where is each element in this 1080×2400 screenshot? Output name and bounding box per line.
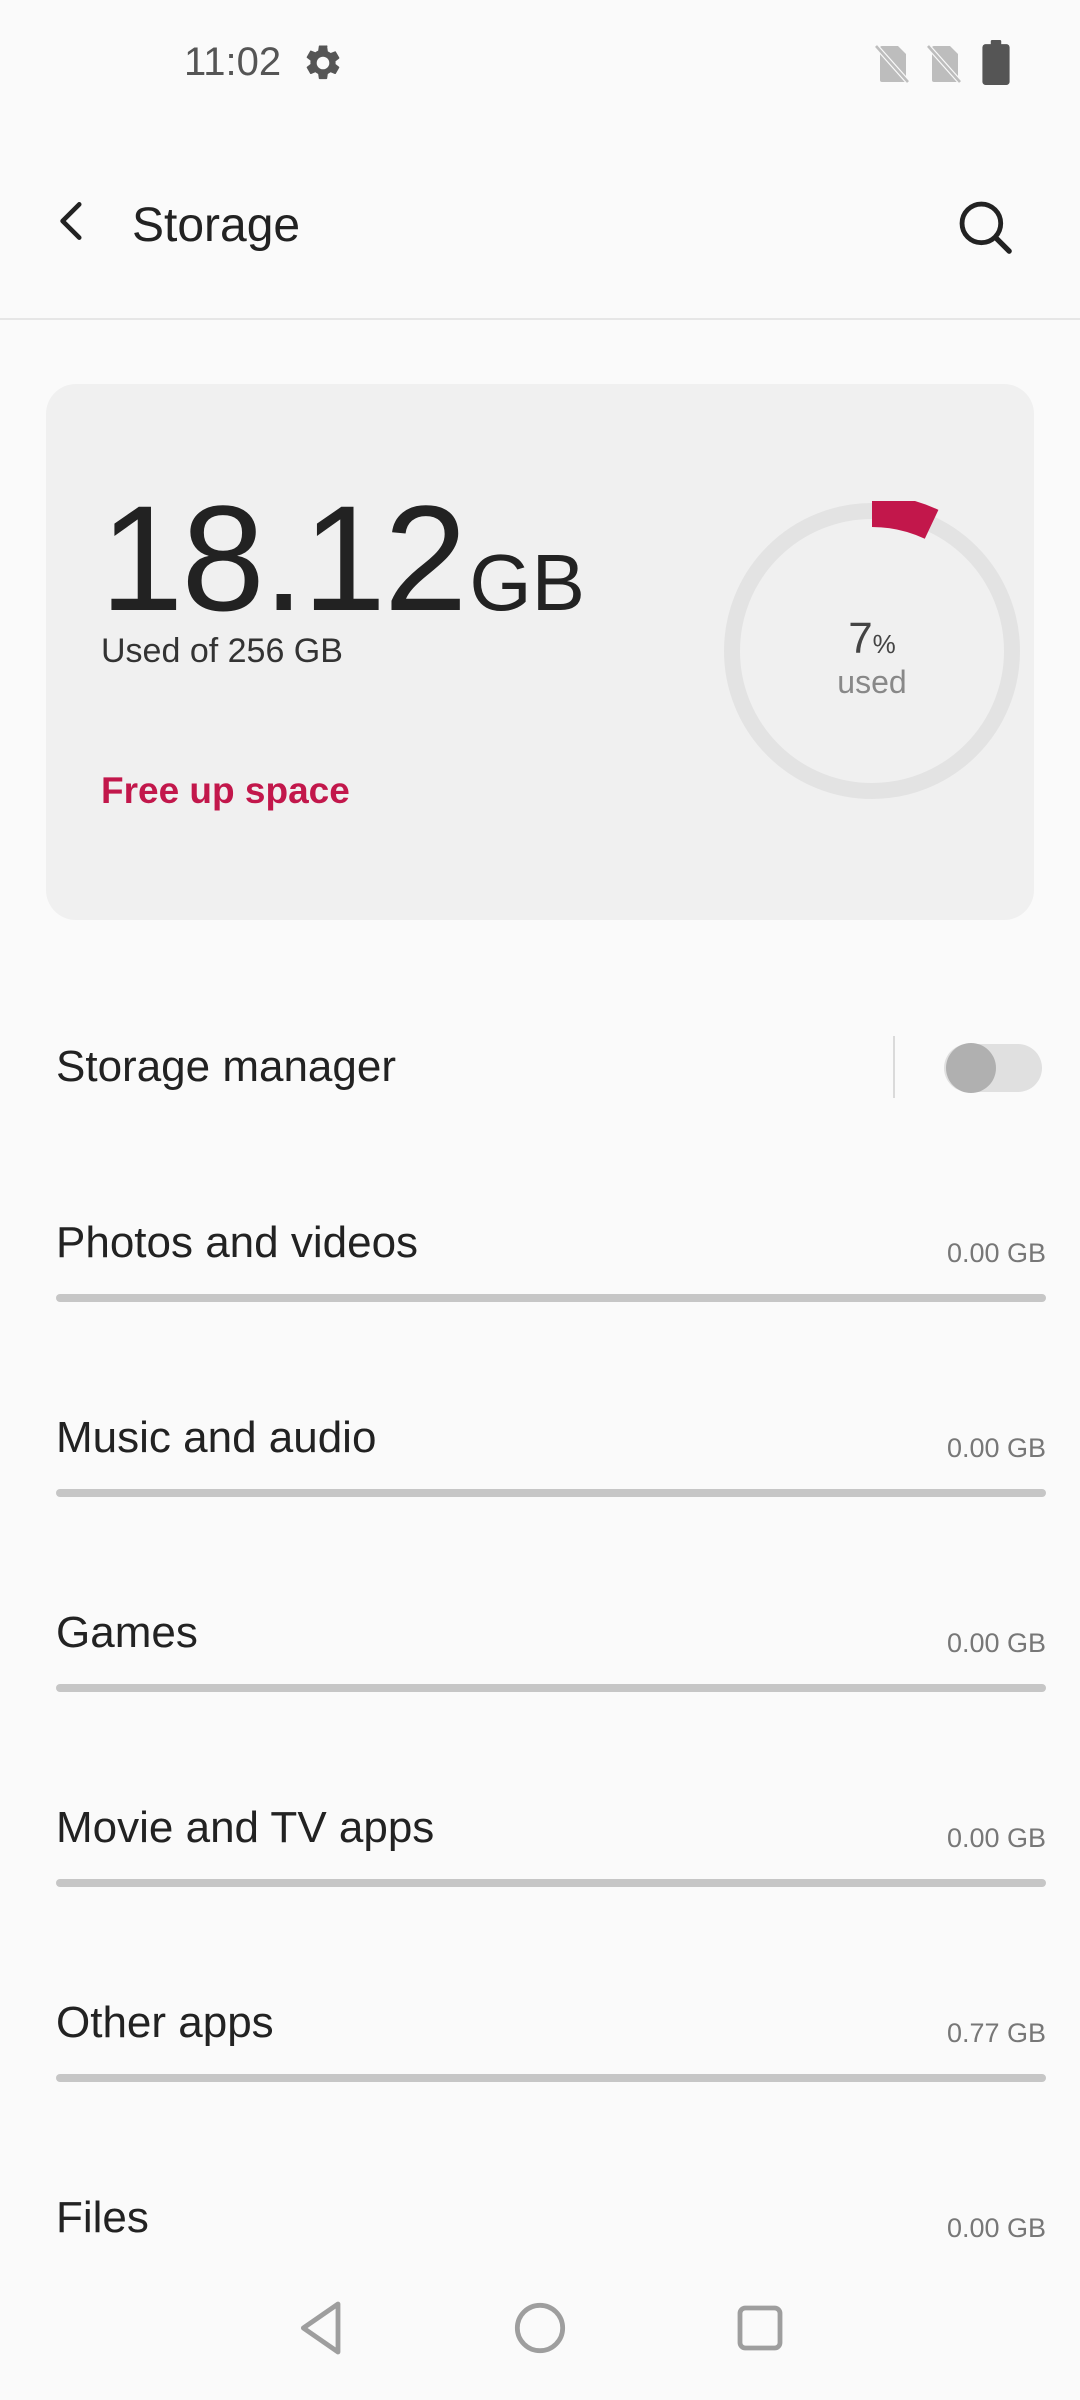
storage-manager-divider (893, 1036, 895, 1098)
no-sim-icon (926, 44, 962, 84)
recents-square-icon[interactable] (728, 2296, 792, 2360)
storage-manager-label: Storage manager (56, 1042, 396, 1091)
category-usage-bar (56, 1489, 1046, 1497)
category-usage-bar (56, 2074, 1046, 2082)
category-row-movie-tv-apps[interactable]: Movie and TV apps 0.00 GB (0, 1785, 1080, 1895)
category-size: 0.00 GB (946, 1433, 1046, 1463)
status-time: 11:02 (184, 40, 282, 84)
category-row-photos-videos[interactable]: Photos and videos 0.00 GB (0, 1200, 1080, 1310)
status-bar: 11:02 (0, 0, 1080, 130)
app-bar: Storage (0, 130, 1080, 320)
used-amount-number: 18.12 (100, 474, 467, 642)
used-of-total: Used of 256 GB (101, 632, 343, 670)
usage-percent-caption: used (837, 664, 907, 700)
category-label: Games (56, 1608, 198, 1657)
category-size: 0.00 GB (946, 1628, 1046, 1658)
usage-ring-label: 7% used (722, 614, 1022, 701)
category-size: 0.00 GB (946, 1823, 1046, 1853)
page-title: Storage (132, 199, 301, 252)
category-row-games[interactable]: Games 0.00 GB (0, 1590, 1080, 1700)
usage-percent-value: 7 (848, 614, 873, 663)
search-icon[interactable] (956, 198, 1014, 256)
category-size: 0.00 GB (946, 2213, 1046, 2243)
toggle-thumb (946, 1043, 996, 1093)
category-label: Movie and TV apps (56, 1803, 435, 1852)
category-row-other-apps[interactable]: Other apps 0.77 GB (0, 1980, 1080, 2090)
category-usage-bar (56, 1294, 1046, 1302)
category-usage-bar (56, 1684, 1046, 1692)
category-label: Photos and videos (56, 1218, 419, 1267)
usage-percent-sign: % (872, 629, 896, 659)
system-nav-bar (0, 2270, 1080, 2400)
category-row-files[interactable]: Files 0.00 GB (0, 2175, 1080, 2265)
category-label: Other apps (56, 1998, 274, 2047)
back-triangle-icon[interactable] (290, 2296, 354, 2360)
category-row-music-audio[interactable]: Music and audio 0.00 GB (0, 1395, 1080, 1505)
storage-summary-card: 18.12GB Used of 256 GB Free up space 7% … (46, 384, 1034, 920)
category-usage-bar (56, 1879, 1046, 1887)
category-label: Files (56, 2193, 149, 2242)
used-amount-unit: GB (469, 538, 585, 627)
category-label: Music and audio (56, 1413, 377, 1462)
home-circle-icon[interactable] (508, 2296, 572, 2360)
category-size: 0.00 GB (946, 1238, 1046, 1268)
battery-icon (982, 40, 1010, 85)
storage-manager-row[interactable]: Storage manager (0, 1020, 1080, 1120)
arrow-back-icon[interactable] (48, 196, 98, 246)
no-sim-icon (874, 44, 910, 84)
used-amount: 18.12GB (100, 472, 585, 645)
storage-manager-toggle[interactable] (944, 1042, 1042, 1094)
category-size: 0.77 GB (946, 2018, 1046, 2048)
settings-gear-icon (306, 45, 340, 80)
free-up-space-button[interactable]: Free up space (101, 770, 350, 812)
